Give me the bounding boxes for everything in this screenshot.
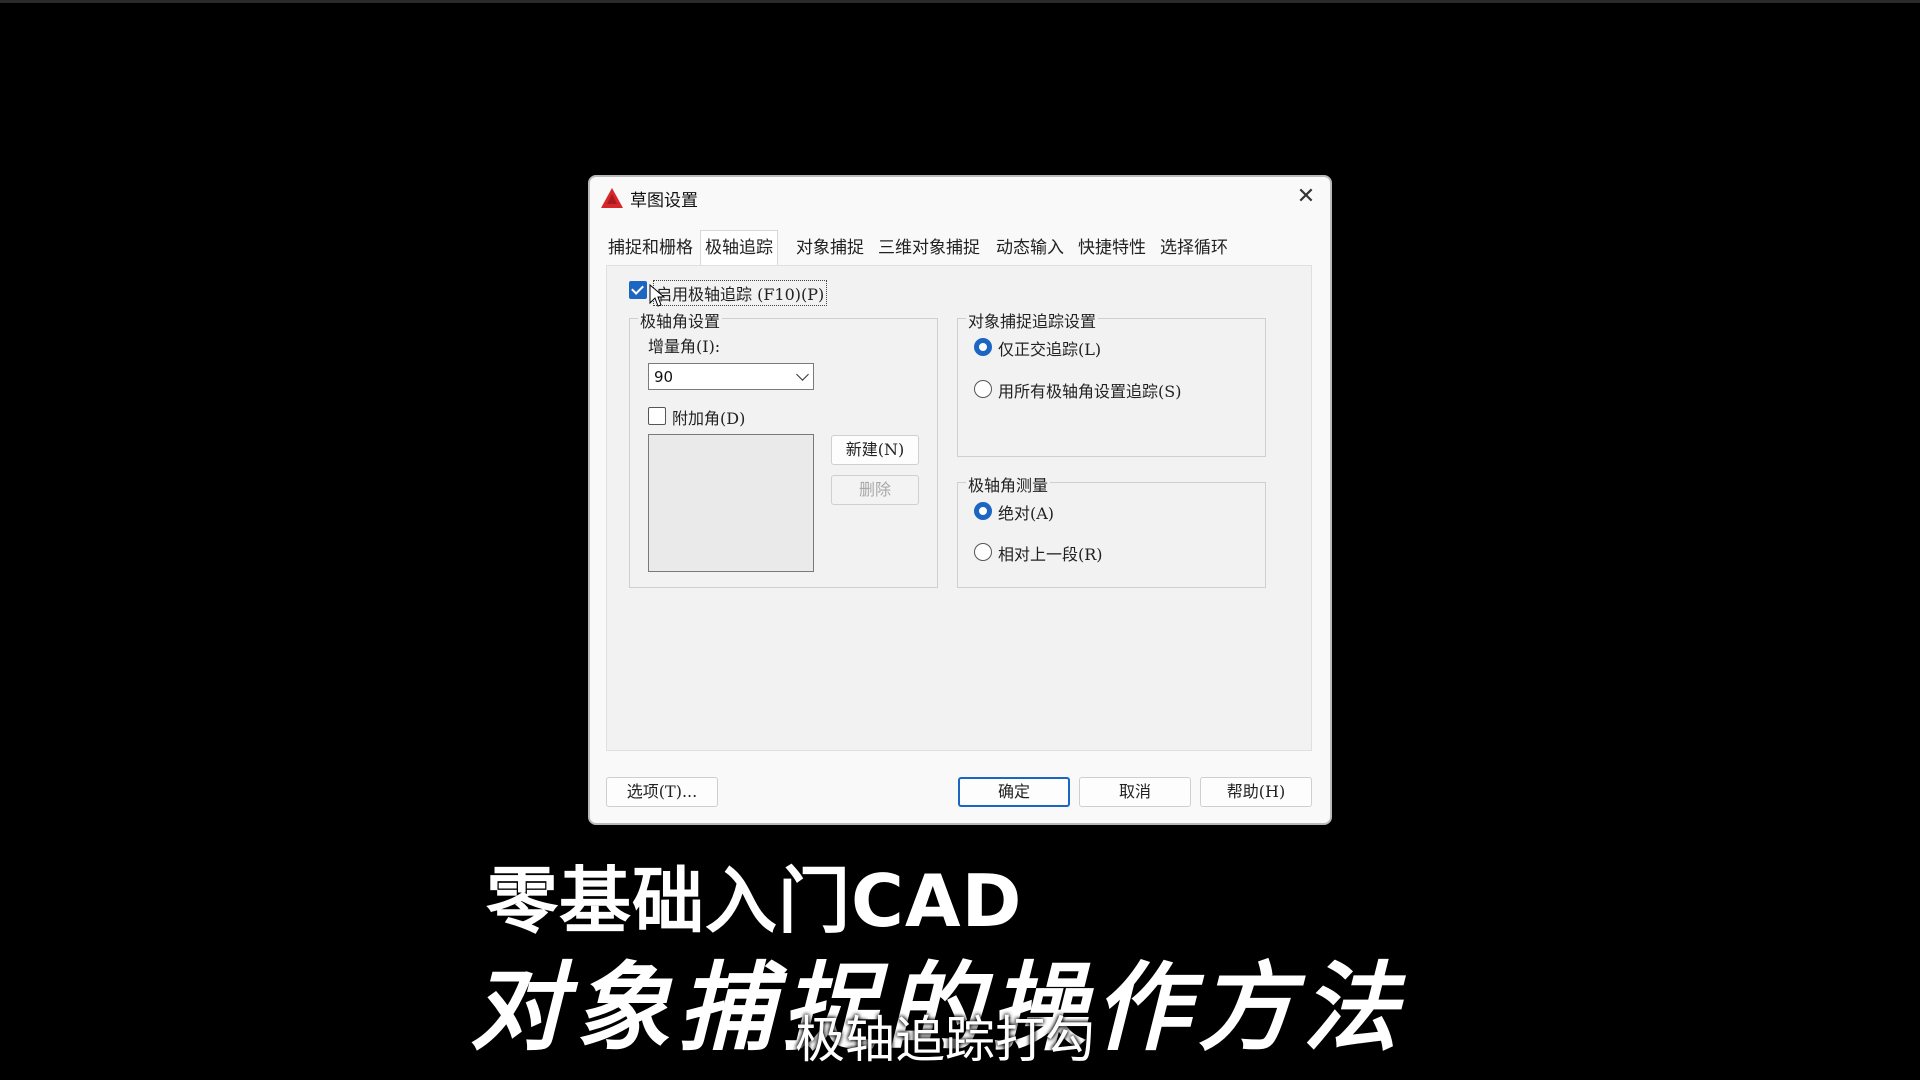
- additional-angle-checkbox[interactable]: [648, 407, 666, 425]
- enable-polar-checkbox[interactable]: [629, 281, 647, 299]
- orthogonal-only-label[interactable]: 仅正交追踪(L): [998, 336, 1101, 360]
- tab-dynamic-input[interactable]: 动态输入: [996, 233, 1064, 263]
- object-snap-tracking-group-title: 对象捕捉追踪设置: [966, 308, 1099, 332]
- absolute-radio[interactable]: [974, 502, 992, 520]
- chevron-down-icon: [796, 368, 809, 381]
- polar-angle-group-title: 极轴角设置: [638, 308, 723, 332]
- tab-3d-object-snap[interactable]: 三维对象捕捉: [878, 233, 980, 263]
- new-angle-button[interactable]: 新建(N): [831, 435, 919, 465]
- ok-button[interactable]: 确定: [958, 777, 1070, 807]
- orthogonal-only-radio[interactable]: [974, 338, 992, 356]
- relative-last-segment-radio[interactable]: [974, 543, 992, 561]
- drafting-settings-dialog: 草图设置 ✕ 捕捉和栅格 极轴追踪 对象捕捉 三维对象捕捉 动态输入 快捷特性 …: [588, 175, 1332, 825]
- additional-angle-label[interactable]: 附加角(D): [672, 405, 745, 429]
- tab-object-snap[interactable]: 对象捕捉: [796, 233, 864, 263]
- relative-last-segment-label[interactable]: 相对上一段(R): [998, 541, 1103, 565]
- absolute-label[interactable]: 绝对(A): [998, 500, 1054, 524]
- increment-angle-dropdown[interactable]: 90: [648, 363, 814, 390]
- close-button[interactable]: ✕: [1290, 183, 1322, 211]
- polar-measurement-group: 极轴角测量 绝对(A) 相对上一段(R): [957, 472, 1266, 588]
- additional-angle-list[interactable]: [648, 434, 814, 572]
- delete-angle-button[interactable]: 删除: [831, 475, 919, 505]
- screen-top-edge: [0, 0, 1920, 3]
- options-button[interactable]: 选项(T)...: [606, 777, 718, 807]
- cancel-button[interactable]: 取消: [1079, 777, 1191, 807]
- increment-angle-label: 增量角(I):: [648, 337, 721, 356]
- tab-quick-properties[interactable]: 快捷特性: [1078, 233, 1146, 263]
- object-snap-tracking-group: 对象捕捉追踪设置 仅正交追踪(L) 用所有极轴角设置追踪(S): [957, 308, 1266, 457]
- video-subtitle: 极轴追踪打勾: [795, 1011, 1095, 1069]
- all-polar-angles-label[interactable]: 用所有极轴角设置追踪(S): [998, 378, 1181, 402]
- help-button[interactable]: 帮助(H): [1200, 777, 1312, 807]
- polar-measurement-group-title: 极轴角测量: [966, 472, 1051, 496]
- tab-snap-grid[interactable]: 捕捉和栅格: [608, 233, 693, 263]
- title-bar[interactable]: 草图设置 ✕: [590, 177, 1330, 217]
- autocad-logo-icon: [601, 188, 623, 208]
- tab-panel-polar-tracking: 启用极轴追踪 (F10)(P) 极轴角设置 增量角(I): 90 附加角(D) …: [606, 265, 1312, 751]
- all-polar-angles-radio[interactable]: [974, 380, 992, 398]
- tab-selection-cycling[interactable]: 选择循环: [1160, 233, 1228, 263]
- polar-angle-group: 极轴角设置 增量角(I): 90 附加角(D) 新建(N) 删除: [629, 308, 938, 588]
- mouse-cursor-icon: [649, 284, 665, 307]
- enable-polar-label[interactable]: 启用极轴追踪 (F10)(P): [653, 280, 828, 306]
- dialog-title: 草图设置: [630, 191, 698, 211]
- tab-strip: 捕捉和栅格 极轴追踪 对象捕捉 三维对象捕捉 动态输入 快捷特性 选择循环: [608, 230, 1318, 265]
- tab-polar-tracking[interactable]: 极轴追踪: [700, 230, 778, 265]
- increment-angle-value: 90: [654, 368, 674, 386]
